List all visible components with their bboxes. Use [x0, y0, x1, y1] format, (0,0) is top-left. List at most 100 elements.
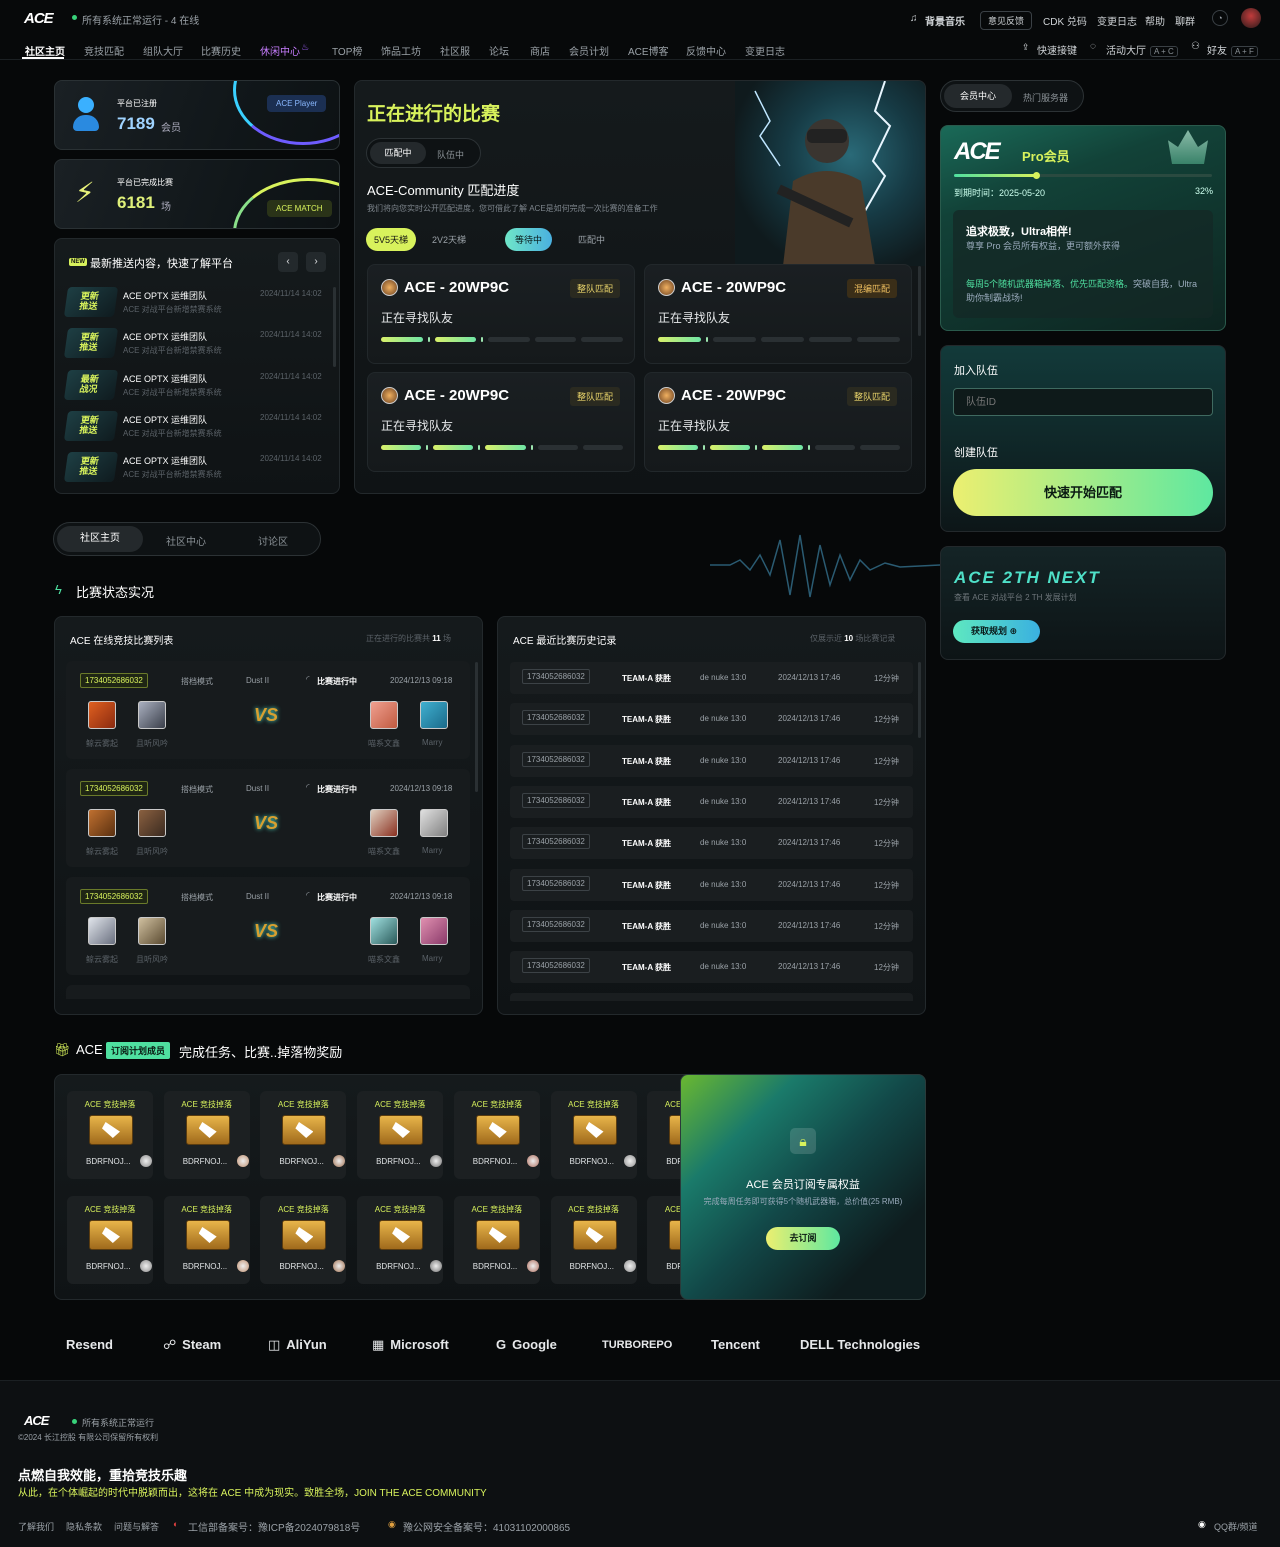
- match-card[interactable]: ACE - 20WP9C 整队匹配 正在寻找队友: [367, 372, 635, 472]
- player-avatar[interactable]: [420, 701, 448, 729]
- nav-home[interactable]: 社区主页: [25, 43, 65, 58]
- shortcut-link[interactable]: 快速接键: [1037, 42, 1077, 57]
- news-item[interactable]: 最新战况 ACE OPTX 运维团队 ACE 对战平台新增禁赛系统 2024/11/1…: [63, 367, 332, 403]
- tab-team[interactable]: 队伍中: [437, 148, 464, 161]
- music-icon[interactable]: ♫: [910, 13, 918, 24]
- drop-item[interactable]: ACE 竞技掉落 BDRFNOJ...: [550, 1091, 637, 1179]
- drop-item[interactable]: ACE 竞技掉落 BDRFNOJ...: [357, 1091, 444, 1179]
- news-item[interactable]: 更新推送 ACE OPTX 运维团队 ACE 对战平台新增禁赛系统 2024/11/1…: [63, 284, 332, 320]
- news-item[interactable]: 更新推送 ACE OPTX 运维团队 ACE 对战平台新增禁赛系统 2024/11/1…: [63, 325, 332, 361]
- player-avatar[interactable]: [370, 917, 398, 945]
- player-avatar[interactable]: [138, 701, 166, 729]
- drop-item[interactable]: ACE 竞技掉落 BDRFNOJ...: [357, 1196, 444, 1284]
- changelog-link[interactable]: 变更日志: [1097, 13, 1137, 28]
- news-item[interactable]: 更新推送 ACE OPTX 运维团队 ACE 对战平台新增禁赛系统 2024/11/1…: [63, 408, 332, 444]
- drop-item[interactable]: ACE 竞技掉落 BDRFNOJ...: [260, 1196, 347, 1284]
- cdk-link[interactable]: CDK 兑码: [1043, 13, 1087, 28]
- state-waiting[interactable]: 等待中: [505, 228, 553, 251]
- drop-item[interactable]: ACE 竞技掉落 BDRFNOJ...: [163, 1196, 250, 1284]
- match-row[interactable]: 1734052686032 搭档模式 Dust II ◜ 比赛进行中 2024/12/13…: [66, 877, 470, 975]
- drop-item[interactable]: ACE 竞技掉落 BDRFNOJ...: [550, 1196, 637, 1284]
- state-matching[interactable]: 匹配中: [578, 233, 605, 246]
- history-row[interactable]: 1734052686032 TEAM-A 获胜 de nuke 13:0 2024/1…: [510, 662, 913, 694]
- history-row[interactable]: 1734052686032 TEAM-A 获胜 de nuke 13:0 2024/1…: [510, 744, 913, 777]
- match-card[interactable]: ACE - 20WP9C 混编匹配 正在寻找队友: [644, 264, 912, 364]
- drop-item[interactable]: ACE 竞技掉落 BDRFNOJ...: [67, 1196, 153, 1284]
- bell-icon[interactable]: ◔: [1212, 10, 1228, 26]
- tab-community-center[interactable]: 社区中心: [166, 533, 206, 548]
- match-row[interactable]: 1734052686032 搭档模式 Dust II ◜ 比赛进行中 2024/12/13…: [66, 661, 470, 759]
- feedback-button[interactable]: 意见反馈: [980, 11, 1033, 30]
- news-next-button[interactable]: ›: [306, 252, 326, 272]
- nav-changelog[interactable]: 变更日志: [745, 43, 785, 58]
- nav-history[interactable]: 比赛历史: [201, 43, 241, 58]
- player-avatar[interactable]: [370, 701, 398, 729]
- history-row[interactable]: 1734052686032 TEAM-A 获胜 de nuke 13:0 2024/1…: [510, 827, 913, 860]
- news-scrollbar[interactable]: [333, 287, 336, 367]
- logo[interactable]: ACE: [24, 10, 54, 27]
- history-row[interactable]: 1734052686032 TEAM-A 获胜 de nuke 13:0 2024/1…: [510, 951, 913, 984]
- tab-matching[interactable]: 匹配中: [370, 142, 426, 164]
- online-scrollbar[interactable]: [475, 662, 478, 792]
- player-avatar[interactable]: [88, 809, 116, 837]
- nav-membership[interactable]: 会员计划: [569, 43, 609, 58]
- history-row[interactable]: 1734052686032 TEAM-A 获胜 de nuke 13:0 2024/1…: [510, 785, 913, 818]
- player-avatar[interactable]: [138, 917, 166, 945]
- history-row[interactable]: 1734052686032 TEAM-A 获胜 de nuke 13:0 2024/1…: [510, 909, 913, 942]
- nav-feedback[interactable]: 反馈中心: [686, 43, 726, 58]
- nav-team-hall[interactable]: 组队大厅: [143, 43, 183, 58]
- police-number[interactable]: 豫公网安全备案号：41031102000865: [403, 1519, 570, 1534]
- match-card[interactable]: ACE - 20WP9C 整队匹配 正在寻找队友: [644, 372, 912, 472]
- news-prev-button[interactable]: ‹: [278, 252, 298, 272]
- match-row[interactable]: 1734052686032 搭档模式 Dust II ◜ 比赛进行中 2024/12/13…: [66, 769, 470, 867]
- quick-match-button[interactable]: 快速开始匹配: [953, 469, 1213, 516]
- news-item[interactable]: 更新推送 ACE OPTX 运维团队 ACE 对战平台新增禁赛系统 2024/11/1…: [63, 449, 332, 485]
- subscribe-button[interactable]: 去订阅: [766, 1227, 840, 1250]
- help-link[interactable]: 帮助: [1145, 13, 1165, 28]
- user-avatar[interactable]: [1241, 8, 1261, 28]
- history-scrollbar[interactable]: [918, 662, 921, 738]
- chat-link[interactable]: 聊群: [1175, 13, 1195, 28]
- footer-link-about[interactable]: 了解我们: [18, 1520, 54, 1533]
- nav-shop[interactable]: 商店: [530, 43, 550, 58]
- nav-community-server[interactable]: 社区服: [440, 43, 470, 58]
- nav-leisure[interactable]: 休闲中心: [260, 43, 300, 58]
- match-card[interactable]: ACE - 20WP9C 整队匹配 正在寻找队友: [367, 264, 635, 364]
- drop-item[interactable]: ACE 竞技掉落 BDRFNOJ...: [647, 1196, 681, 1284]
- tab-community-home[interactable]: 社区主页: [57, 526, 143, 552]
- nav-match[interactable]: 竞技匹配: [84, 43, 124, 58]
- drop-item[interactable]: ACE 竞技掉落 BDRFNOJ...: [453, 1196, 540, 1284]
- music-button[interactable]: 背景音乐: [925, 13, 965, 28]
- nav-forum[interactable]: 论坛: [489, 43, 509, 58]
- footer-link-privacy[interactable]: 隐私条款: [66, 1520, 102, 1533]
- footer-link-faq[interactable]: 问题与解答: [114, 1520, 159, 1533]
- player-avatar[interactable]: [138, 809, 166, 837]
- nav-blog[interactable]: ACE博客: [628, 43, 669, 58]
- drop-item[interactable]: ACE 竞技掉落 BDRFNOJ...: [453, 1091, 540, 1179]
- nav-top[interactable]: TOP榜: [332, 43, 362, 58]
- nav-workshop[interactable]: 饰品工坊: [381, 43, 421, 58]
- player-avatar[interactable]: [420, 809, 448, 837]
- live-scrollbar[interactable]: [918, 266, 921, 336]
- player-avatar[interactable]: [420, 917, 448, 945]
- tab-member-center[interactable]: 会员中心: [944, 84, 1012, 108]
- drop-item[interactable]: ACE 竞技掉落 BDRFNOJ...: [163, 1091, 250, 1179]
- footer-logo[interactable]: ACE: [24, 1413, 49, 1428]
- player-avatar[interactable]: [88, 917, 116, 945]
- tab-discussion[interactable]: 讨论区: [258, 533, 288, 548]
- roadmap-button[interactable]: 获取规划 ⊕: [953, 620, 1040, 643]
- team-id-input[interactable]: [953, 388, 1213, 416]
- mode-5v5[interactable]: 5V5天梯: [366, 228, 417, 251]
- lobby-link[interactable]: 活动大厅 A + C: [1106, 42, 1178, 57]
- tab-hot-servers[interactable]: 热门服务器: [1023, 91, 1068, 104]
- history-row[interactable]: 1734052686032 TEAM-A 获胜 de nuke 13:0 2024/1…: [510, 868, 913, 901]
- drop-item[interactable]: ACE 竞技掉落 BDRFNOJ...: [647, 1091, 681, 1179]
- qq-link[interactable]: QQ群/频道: [1214, 1520, 1258, 1533]
- friends-link[interactable]: 好友 A + F: [1207, 42, 1258, 57]
- drop-item[interactable]: ACE 竞技掉落 BDRFNOJ...: [260, 1091, 347, 1179]
- player-avatar[interactable]: [370, 809, 398, 837]
- mode-2v2[interactable]: 2V2天梯: [432, 233, 466, 246]
- player-avatar[interactable]: [88, 701, 116, 729]
- icp-number[interactable]: 工信部备案号：豫ICP备2024079818号: [188, 1519, 360, 1534]
- history-row[interactable]: 1734052686032 TEAM-A 获胜 de nuke 13:0 2024/1…: [510, 703, 913, 736]
